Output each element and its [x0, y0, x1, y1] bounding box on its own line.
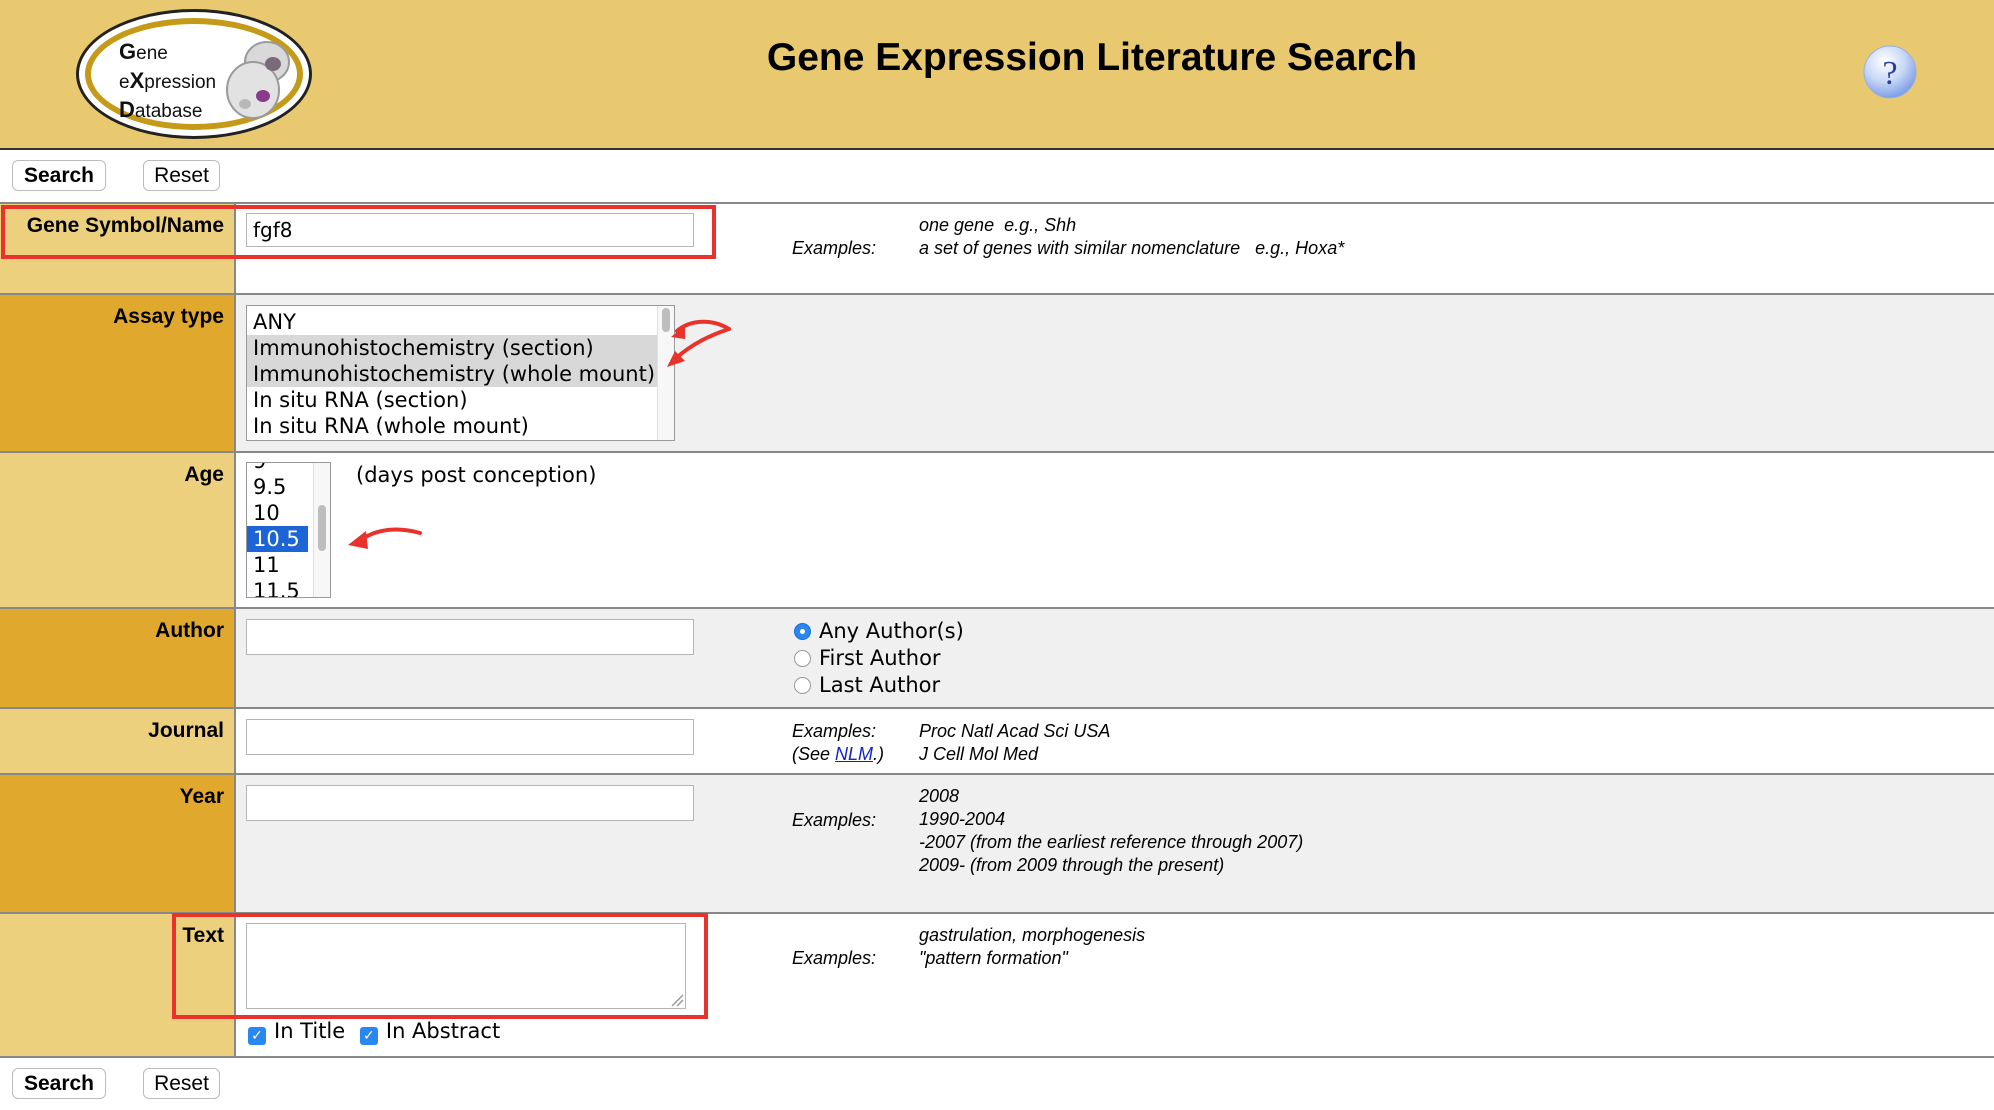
assay-row: Assay type ANY Immunohistochemistry (sec… [0, 295, 1994, 453]
journal-input[interactable] [246, 719, 694, 755]
year-example: 2008 [919, 786, 960, 806]
assay-option-ihc-whole-mount[interactable]: Immunohistochemistry (whole mount) [247, 361, 674, 387]
page-header: Gene eXpression Database Gene Expression… [0, 0, 1994, 150]
radio-last-author[interactable]: Last Author [794, 673, 940, 697]
journal-examples: Proc Natl Acad Sci USA J Cell Mol Med [919, 720, 1110, 766]
author-input[interactable] [246, 619, 694, 655]
red-arrow-annotation [348, 527, 422, 549]
radio-first-author[interactable]: First Author [794, 646, 941, 670]
age-option-selected[interactable]: 10.5 [247, 525, 309, 553]
assay-option-any[interactable]: ANY [247, 309, 674, 335]
red-arrow-annotation [667, 319, 731, 367]
text-examples: gastrulation, morphogenesis "pattern for… [919, 924, 1145, 970]
age-value-cell: 9 9.5 10 10.5 11 11.5 (days post concept… [236, 453, 1994, 607]
age-unit-text: (days post conception) [356, 463, 597, 487]
in-abstract-label: In Abstract [385, 1019, 501, 1043]
reset-button-top[interactable]: Reset [143, 160, 220, 191]
text-example: "pattern formation" [919, 948, 1068, 968]
assay-value-cell: ANY Immunohistochemistry (section) Immun… [236, 295, 1994, 451]
journal-row: Journal Examples: (See NLM.) Proc Natl A… [0, 709, 1994, 775]
radio-button[interactable] [794, 677, 811, 694]
radio-button[interactable] [794, 650, 811, 667]
journal-see-nlm: (See NLM.) [792, 744, 885, 764]
text-examples-label: Examples: [792, 948, 877, 968]
nlm-link[interactable]: NLM [835, 744, 873, 764]
year-row: Year Examples: 2008 1990-2004 -2007 (fro… [0, 775, 1994, 914]
search-button-bottom[interactable]: Search [12, 1068, 106, 1099]
gene-example-2: a set of genes with similar nomenclature… [919, 238, 1345, 258]
author-label: Author [0, 609, 236, 707]
year-example: 1990-2004 [919, 809, 1006, 829]
in-title-label: In Title [274, 1019, 346, 1043]
search-button-top[interactable]: Search [12, 160, 106, 191]
text-example: gastrulation, morphogenesis [919, 925, 1146, 945]
journal-example: J Cell Mol Med [919, 744, 1039, 764]
radio-label: First Author [819, 646, 941, 670]
author-value-cell: Any Author(s) First Author Last Author [236, 609, 1994, 707]
year-label: Year [0, 775, 236, 912]
author-row: Author Any Author(s) First Author Last A… [0, 609, 1994, 709]
assay-type-listbox[interactable]: ANY Immunohistochemistry (section) Immun… [246, 305, 675, 441]
year-examples-label: Examples: [792, 810, 877, 830]
age-label: Age [0, 453, 236, 607]
year-example: -2007 (from the earliest reference throu… [919, 832, 1304, 852]
in-abstract-checkbox[interactable]: ✓ [359, 1027, 378, 1045]
red-highlight-box-gene [1, 205, 716, 259]
journal-examples-label: Examples: [792, 721, 877, 741]
year-input[interactable] [246, 785, 694, 821]
reset-button-bottom[interactable]: Reset [143, 1068, 220, 1099]
age-scrollbar[interactable] [313, 463, 330, 597]
radio-label: Any Author(s) [819, 619, 964, 643]
age-listbox[interactable]: 9 9.5 10 10.5 11 11.5 [246, 462, 331, 598]
assay-option-insitu-whole-mount[interactable]: In situ RNA (whole mount) [247, 413, 674, 439]
top-button-bar: Search Reset [0, 150, 1994, 202]
assay-label: Assay type [0, 295, 236, 451]
age-scroll-thumb[interactable] [318, 505, 326, 551]
gene-examples-label: Examples: [792, 238, 877, 258]
radio-any-author[interactable]: Any Author(s) [794, 619, 964, 643]
journal-label: Journal [0, 709, 236, 773]
help-icon[interactable]: ? [1862, 44, 1918, 100]
gene-example-1: one gene e.g., Shh [919, 215, 1077, 235]
radio-button[interactable] [794, 623, 811, 640]
journal-value-cell: Examples: (See NLM.) Proc Natl Acad Sci … [236, 709, 1994, 773]
radio-label: Last Author [819, 673, 941, 697]
journal-example: Proc Natl Acad Sci USA [919, 721, 1111, 741]
in-title-checkbox[interactable]: ✓ [248, 1027, 266, 1045]
assay-option-insitu-section[interactable]: In situ RNA (section) [247, 387, 674, 413]
year-example: 2009- (from 2009 through the present) [919, 855, 1225, 875]
red-highlight-box-text [172, 913, 708, 1019]
year-examples: 2008 1990-2004 -2007 (from the earliest … [919, 785, 1303, 877]
bottom-button-bar: Search Reset [0, 1058, 1994, 1110]
assay-option-ihc-section[interactable]: Immunohistochemistry (section) [247, 335, 674, 361]
help-symbol: ? [1882, 55, 1897, 92]
page-title: Gene Expression Literature Search [766, 36, 1418, 79]
age-row: Age 9 9.5 10 10.5 11 11.5 (days post con… [0, 453, 1994, 609]
journal-examples-label-block: Examples: (See NLM.) [792, 720, 884, 766]
text-scope-checkboxes: ✓ In Title ✓ In Abstract [248, 1019, 500, 1045]
year-value-cell: Examples: 2008 1990-2004 -2007 (from the… [236, 775, 1994, 912]
gene-examples: one gene e.g., Shh a set of genes with s… [919, 214, 1344, 260]
